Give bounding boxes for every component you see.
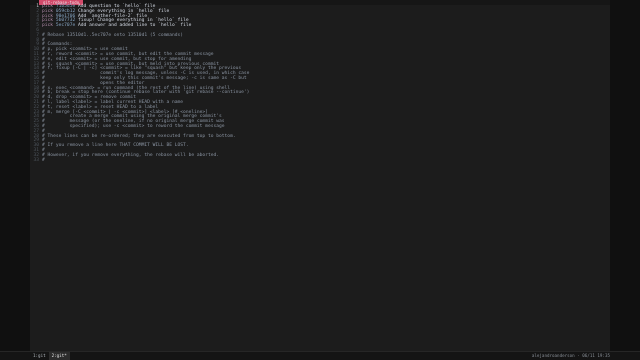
line-content: # specified); use -c <commit> to reword … [39, 123, 225, 130]
editor-line[interactable]: 33 # [30, 157, 610, 164]
window-tab[interactable]: 2:git* [48, 352, 70, 360]
line-content: # However, if you remove everything, the… [39, 152, 220, 159]
line-content: # If you remove a line here THAT COMMIT … [39, 143, 189, 149]
status-info: alejandroanderson · 06/11 19:35 [531, 353, 610, 358]
line-content: # These lines can be re-ordered; they ar… [39, 133, 236, 140]
commit-message: Add answer and added line to `hello` fil… [75, 23, 192, 29]
commit-hash: 5ec707e [55, 23, 76, 29]
status-bar: 1:git 2:git* alejandroanderson · 06/11 19… [0, 351, 640, 360]
comment-text: # However, if you remove everything, the… [42, 152, 220, 158]
comment-text: # If you remove a line here THAT COMMIT … [42, 143, 189, 149]
comment-text: # These lines can be re-ordered; they ar… [42, 133, 236, 139]
window-tab[interactable]: 1:git [30, 352, 49, 360]
comment-text: # [42, 157, 45, 163]
window-tabs: 1:git 2:git* [30, 352, 70, 360]
line-content: # Rebase 13510d1..5ec707e onto 13510d1 (… [39, 32, 184, 39]
comment-text: # specified); use -c <commit> to reword … [42, 123, 225, 129]
editor-pane[interactable]: 1 pick f1b5d5e Add question to `hello` fi… [30, 4, 610, 352]
command-keyword: pick [42, 23, 54, 29]
line-number: 33 [33, 157, 39, 163]
terminal-window[interactable]: git-rebase-todo 1 pick f1b5d5e Add questi… [30, 0, 610, 360]
line-content: # [39, 157, 45, 164]
line-content: pick 5ec707e Add answer and added line t… [39, 23, 192, 29]
comment-text: # Rebase 13510d1..5ec707e onto 13510d1 (… [42, 32, 184, 38]
